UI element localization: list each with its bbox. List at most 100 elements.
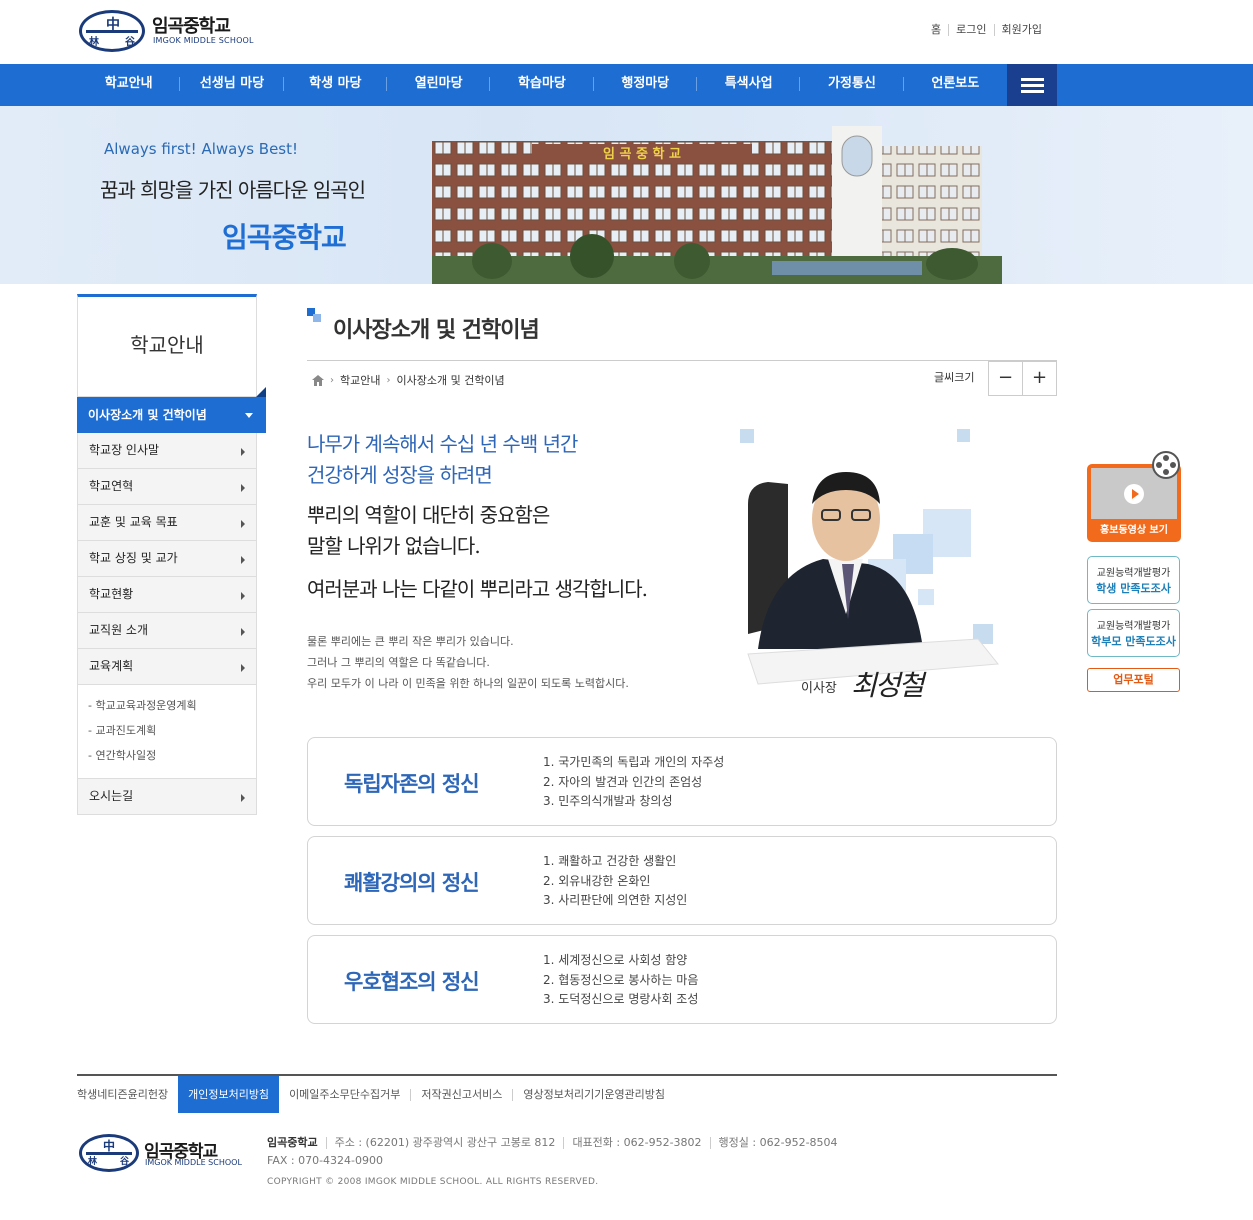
spirit-list: 1. 쾌활하고 건강한 생활인 2. 외유내강한 온화인 3. 사리판단에 의연… (543, 852, 687, 911)
lnb-item-edu-plan[interactable]: 교육계획 (77, 649, 257, 685)
promo-video-label: 홍보동영상 보기 (1100, 525, 1168, 536)
lnb-item-label: 교직원 소개 (89, 623, 149, 637)
local-navigation: 학교안내 이사장소개 및 건학이념 학교장 인사말 학교연혁 교훈 및 교육 목… (77, 294, 266, 815)
gnb-item-school-info[interactable]: 학교안내 (77, 64, 181, 106)
emblem-char-left: 林 (88, 1157, 98, 1167)
lnb-item-active[interactable]: 이사장소개 및 건학이념 (77, 387, 266, 433)
message-line: 건강하게 성장을 하려면 (307, 463, 493, 487)
footer-admin-tel: 행정실 : 062-952-8504 (709, 1137, 846, 1149)
visual-slogan-en: Always first! Always Best! (104, 140, 299, 158)
signup-link[interactable]: 회원가입 (993, 24, 1049, 36)
lnb-item-label: 교육계획 (89, 659, 134, 673)
font-increase-button[interactable]: + (1022, 361, 1057, 396)
emblem-char-center: 中 (106, 17, 120, 33)
login-link[interactable]: 로그인 (948, 24, 993, 36)
film-reel-icon (1152, 451, 1180, 479)
list-item: 2. 협동정신으로 봉사하는 마음 (543, 972, 699, 987)
spirit-list: 1. 국가민족의 독립과 개인의 자주성 2. 자아의 발견과 인간의 존엄성 … (543, 753, 724, 812)
footer-copyright: COPYRIGHT © 2008 IMGOK MIDDLE SCHOOL. AL… (267, 1177, 599, 1187)
chevron-right-icon (241, 484, 245, 492)
lnb-item-principal-greeting[interactable]: 학교장 인사말 (77, 433, 257, 469)
lnb-item-label: 학교장 인사말 (89, 443, 160, 457)
breadcrumb: › 학교안내 › 이사장소개 및 건학이념 (312, 372, 505, 388)
home-link[interactable]: 홈 (924, 24, 948, 36)
footer-link-email[interactable]: 이메일주소무단수집거부 (279, 1088, 410, 1101)
divider (307, 360, 1057, 361)
quick-label: 학생 만족도조사 (1096, 582, 1171, 595)
chevron-right-icon (241, 448, 245, 456)
message-line: 나무가 계속해서 수십 년 수백 년간 (307, 432, 578, 456)
breadcrumb-current: 이사장소개 및 건학이념 (396, 374, 505, 387)
lnb-item-status[interactable]: 학교현황 (77, 577, 257, 613)
gnb-item-special[interactable]: 특색사업 (697, 64, 801, 106)
lnb-sub-curriculum[interactable]: - 학교교육과정운영계획 (88, 693, 256, 718)
lnb-item-label: 학교 상징 및 교가 (89, 551, 178, 565)
gnb-item-admin[interactable]: 행정마당 (594, 64, 698, 106)
footer-tel: 대표전화 : 062-952-3802 (563, 1137, 709, 1149)
breadcrumb-item[interactable]: 학교안내 (340, 372, 380, 388)
message-line: 우리 모두가 이 나라 이 민족을 위한 하나의 일꾼이 되도록 노력합시다. (307, 677, 629, 690)
chevron-right-icon: › (386, 374, 391, 386)
list-item: 2. 외유내강한 온화인 (543, 873, 651, 888)
lnb-item-history[interactable]: 학교연혁 (77, 469, 257, 505)
chevron-right-icon (241, 664, 245, 672)
student-survey-button[interactable]: 교원능력개발평가 학생 만족도조사 (1087, 556, 1180, 604)
list-item: 3. 민주의식개발과 창의성 (543, 794, 673, 808)
quick-label: 학부모 만족도조사 (1091, 635, 1176, 648)
lnb-item-staff[interactable]: 교직원 소개 (77, 613, 257, 649)
list-item: 2. 자아의 발견과 인간의 존엄성 (543, 774, 703, 789)
lnb-item-motto[interactable]: 교훈 및 교육 목표 (77, 505, 257, 541)
all-menu-button[interactable] (1007, 64, 1057, 106)
signature-name: 최성철 (851, 669, 924, 702)
spirit-title: 독립자존의 정신 (344, 772, 480, 796)
emblem-char-left: 林 (89, 37, 99, 48)
gnb-item-student[interactable]: 학생 마당 (284, 64, 388, 106)
chevron-right-icon (241, 794, 245, 802)
message-line: 말할 나위가 없습니다. (307, 534, 481, 558)
play-icon (1124, 484, 1144, 504)
visual-school-name: 임곡중학교 (222, 221, 347, 254)
lnb-sub-calendar[interactable]: - 연간학사일정 (88, 743, 256, 768)
lnb-item-label: 학교연혁 (89, 479, 134, 493)
message-blue: 나무가 계속해서 수십 년 수백 년간 건강하게 성장을 하려면 (307, 429, 578, 491)
footer-link-netizen[interactable]: 학생네티즌윤리헌장 (77, 1088, 178, 1101)
gnb-item-press[interactable]: 언론보도 (904, 64, 1007, 106)
parent-survey-button[interactable]: 교원능력개발평가 학부모 만족도조사 (1087, 609, 1180, 657)
font-decrease-button[interactable]: − (988, 361, 1023, 396)
gnb-item-open[interactable]: 열린마당 (387, 64, 491, 106)
message-black: 뿌리의 역할이 대단히 중요함은 말할 나위가 없습니다. (307, 500, 550, 562)
gnb-item-teacher[interactable]: 선생님 마당 (180, 64, 284, 106)
lnb-submenu: - 학교교육과정운영계획 - 교과진도계획 - 연간학사일정 (77, 685, 257, 779)
lnb-item-label: 이사장소개 및 건학이념 (88, 408, 207, 422)
utility-links: 홈 로그인 회원가입 (924, 24, 1049, 36)
footer-link-copyright[interactable]: 저작권신고서비스 (410, 1088, 512, 1101)
list-item: 3. 도덕정신으로 명랑사회 조성 (543, 992, 699, 1006)
gnb-item-learning[interactable]: 학습마당 (490, 64, 594, 106)
logo-title[interactable]: 임곡중학교 (152, 12, 231, 38)
work-portal-button[interactable]: 업무포털 (1087, 668, 1180, 692)
lnb-sub-progress[interactable]: - 교과진도계획 (88, 718, 256, 743)
lnb-item-label: 오시는길 (89, 789, 134, 803)
list-item: 1. 쾌활하고 건강한 생활인 (543, 854, 677, 868)
spirit-title: 쾌활강의의 정신 (344, 871, 480, 895)
lnb-item-label: 교훈 및 교육 목표 (89, 515, 178, 529)
caret-down-icon (245, 413, 253, 418)
message-line-3: 여러분과 나는 다같이 뿌리라고 생각합니다. (307, 577, 648, 601)
chevron-right-icon: › (330, 374, 334, 386)
gnb-item-newsletter[interactable]: 가정통신 (800, 64, 904, 106)
list-item: 1. 세계정신으로 사회성 함양 (543, 953, 688, 967)
lnb-title: 학교안내 (77, 294, 257, 397)
home-icon[interactable] (312, 374, 324, 386)
quick-label: 교원능력개발평가 (1096, 621, 1171, 632)
emblem-char-right: 谷 (120, 1157, 130, 1167)
footer-link-privacy[interactable]: 개인정보처리방침 (178, 1076, 280, 1113)
lnb-item-directions[interactable]: 오시는길 (77, 779, 257, 815)
footer-links: 학생네티즌윤리헌장 개인정보처리방침 이메일주소무단수집거부 저작권신고서비스 … (77, 1076, 675, 1113)
school-building-image: 임 곡 중 학 교 (432, 126, 1002, 284)
list-item: 1. 국가민족의 독립과 개인의 자주성 (543, 755, 725, 769)
footer-link-cctv[interactable]: 영상정보처리기기운영관리방침 (512, 1088, 675, 1101)
school-emblem-logo[interactable]: 林 中 谷 (79, 10, 145, 52)
spirit-box: 우호협조의 정신 1. 세계정신으로 사회성 함양 2. 협동정신으로 봉사하는… (307, 935, 1057, 1024)
lnb-item-label: 학교현황 (89, 587, 134, 601)
lnb-item-symbols[interactable]: 학교 상징 및 교가 (77, 541, 257, 577)
